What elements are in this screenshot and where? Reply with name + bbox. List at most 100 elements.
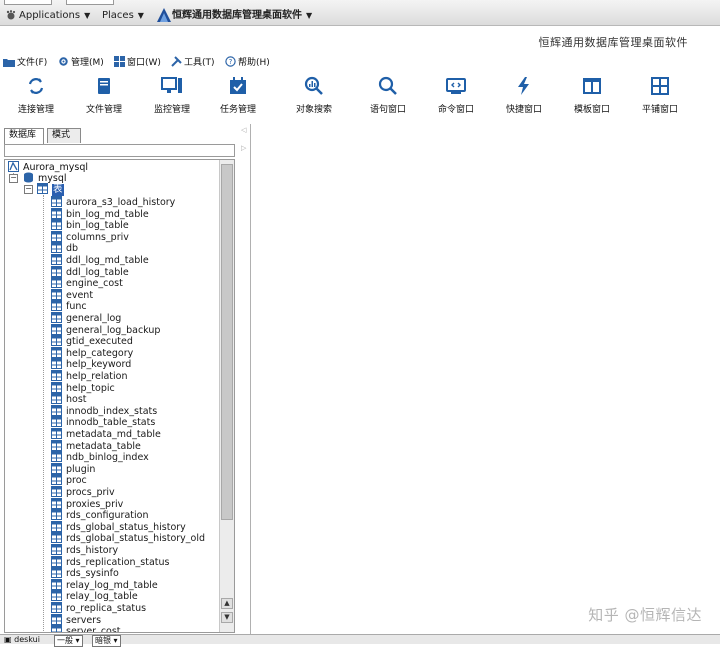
collapse-left-arrow-icon[interactable]: ◁ <box>241 126 246 134</box>
status-desk-label: deskui <box>14 635 40 644</box>
command-window-button[interactable]: 命令窗口 <box>422 76 490 120</box>
table-row[interactable]: host <box>51 393 87 405</box>
tab-schema[interactable]: 模式 <box>47 128 81 143</box>
table-row[interactable]: general_log_backup <box>51 323 160 336</box>
collapse-icon[interactable]: − <box>24 185 33 194</box>
table-row[interactable]: rds_sysinfo <box>51 567 119 579</box>
template-window-button[interactable]: 模板窗口 <box>558 76 626 120</box>
table-row[interactable]: proxies_priv <box>51 497 123 510</box>
app-logo-icon <box>157 8 171 22</box>
table-icon <box>51 288 62 300</box>
table-row[interactable]: innodb_index_stats <box>51 404 157 417</box>
menu-manage-label: 管理(M) <box>71 58 104 68</box>
table-row[interactable]: relay_log_table <box>51 590 138 602</box>
menu-window[interactable]: 窗口(W) <box>114 56 161 70</box>
table-row[interactable]: bin_log_md_table <box>51 207 149 220</box>
table-row[interactable]: gtid_executed <box>51 335 133 347</box>
table-icon <box>51 416 62 428</box>
app-window-menu[interactable]: 恒辉通用数据库管理桌面软件 ▼ <box>172 8 312 24</box>
statement-window-button[interactable]: 语句窗口 <box>354 76 422 120</box>
table-row[interactable]: func <box>51 300 87 312</box>
table-row[interactable]: ddl_log_md_table <box>51 254 149 266</box>
expand-right-arrow-icon[interactable]: ▷ <box>241 144 246 152</box>
window-tab-strip <box>0 0 200 5</box>
table-row[interactable]: servers <box>51 613 101 626</box>
table-row[interactable]: server_cost <box>51 625 121 633</box>
table-row[interactable]: rds_configuration <box>51 509 149 521</box>
object-tree: Aurora_mysql − mysql − 表 aurora_s3_load_… <box>4 159 235 633</box>
scroll-up-arrow-icon[interactable]: ▲ <box>221 598 233 609</box>
table-row[interactable]: ddl_log_table <box>51 265 129 278</box>
menu-tools[interactable]: 工具(T) <box>171 56 215 70</box>
table-icon <box>51 497 62 509</box>
table-row[interactable]: procs_priv <box>51 486 115 498</box>
table-row[interactable]: rds_global_status_history_old <box>51 532 205 544</box>
table-group-label: 表 <box>52 184 64 196</box>
monitor-manager-label: 监控管理 <box>153 105 190 115</box>
table-row[interactable]: bin_log_table <box>51 219 129 231</box>
table-row[interactable]: columns_priv <box>51 230 129 243</box>
table-icon <box>51 219 62 231</box>
monitor-manager-button[interactable]: 监控管理 <box>138 76 206 120</box>
table-row[interactable]: general_log <box>51 312 121 324</box>
quick-window-label: 快捷窗口 <box>505 105 542 115</box>
table-row[interactable]: proc <box>51 474 87 486</box>
book-icon <box>98 78 110 94</box>
menu-tools-label: 工具(T) <box>184 58 215 68</box>
applications-menu[interactable]: Applications ▼ <box>19 8 90 24</box>
table-row[interactable]: ndb_binlog_index <box>51 451 149 463</box>
task-manager-label: 任务管理 <box>219 105 256 115</box>
places-label: Places <box>102 10 134 21</box>
tree-node-table-group[interactable]: 表 <box>37 183 64 196</box>
table-row[interactable]: innodb_table_stats <box>51 416 155 428</box>
table-row[interactable]: metadata_md_table <box>51 428 161 440</box>
table-name: server_cost <box>66 626 121 633</box>
database-icon <box>24 172 33 183</box>
task-manager-button[interactable]: 任务管理 <box>204 76 272 120</box>
table-row[interactable]: event <box>51 288 93 301</box>
lightning-icon <box>518 77 529 95</box>
tree-filter-input[interactable] <box>4 144 235 157</box>
table-icon <box>51 474 62 486</box>
table-row[interactable]: help_category <box>51 346 133 359</box>
menu-help[interactable]: ? 帮助(H) <box>225 56 270 70</box>
collapse-icon[interactable]: − <box>9 174 18 183</box>
table-icon <box>51 578 62 590</box>
menu-file[interactable]: 文件(F) <box>3 56 47 70</box>
table-row[interactable]: rds_replication_status <box>51 555 170 568</box>
table-icon <box>51 381 62 393</box>
command-window-label: 命令窗口 <box>437 105 474 115</box>
table-row[interactable]: plugin <box>51 462 95 475</box>
table-row[interactable]: help_relation <box>51 370 128 382</box>
table-row[interactable]: metadata_table <box>51 439 141 452</box>
quick-window-button[interactable]: 快捷窗口 <box>490 76 558 120</box>
table-row[interactable]: help_keyword <box>51 358 131 370</box>
chart-search-icon <box>304 76 323 95</box>
table-row[interactable]: rds_history <box>51 544 118 556</box>
table-row[interactable]: engine_cost <box>51 277 123 289</box>
scroll-thumb[interactable] <box>221 164 233 520</box>
refresh-icon <box>28 78 44 94</box>
object-search-button[interactable]: 对象搜索 <box>280 76 348 120</box>
table-row[interactable]: db <box>51 242 78 254</box>
pane-splitter[interactable]: ◁ ▷ <box>240 124 248 636</box>
tile-window-label: 平铺窗口 <box>641 105 678 115</box>
table-icon <box>37 183 48 194</box>
scroll-down-arrow-icon[interactable]: ▼ <box>221 612 233 623</box>
tab-database[interactable]: 数据库 <box>4 128 44 144</box>
table-icon <box>51 509 62 521</box>
table-row[interactable]: rds_global_status_history <box>51 520 186 533</box>
tree-scrollbar[interactable]: ▲ ▼ <box>219 160 234 632</box>
table-row[interactable]: help_topic <box>51 381 115 394</box>
table-row[interactable]: ro_replica_status <box>51 602 146 614</box>
chevron-down-icon: ▼ <box>306 11 313 20</box>
table-row[interactable]: aurora_s3_load_history <box>51 196 175 208</box>
places-menu[interactable]: Places ▼ <box>102 8 144 24</box>
tile-window-button[interactable]: 平铺窗口 <box>626 76 694 120</box>
file-manager-button[interactable]: 文件管理 <box>70 76 138 120</box>
app-window-label: 恒辉通用数据库管理桌面软件 <box>172 10 302 21</box>
menu-manage[interactable]: 管理(M) <box>58 56 104 70</box>
top-panel: Applications ▼ Places ▼ 恒辉通用数据库管理桌面软件 ▼ <box>0 0 720 26</box>
connection-manager-button[interactable]: 连接管理 <box>2 76 70 120</box>
table-row[interactable]: relay_log_md_table <box>51 578 158 591</box>
